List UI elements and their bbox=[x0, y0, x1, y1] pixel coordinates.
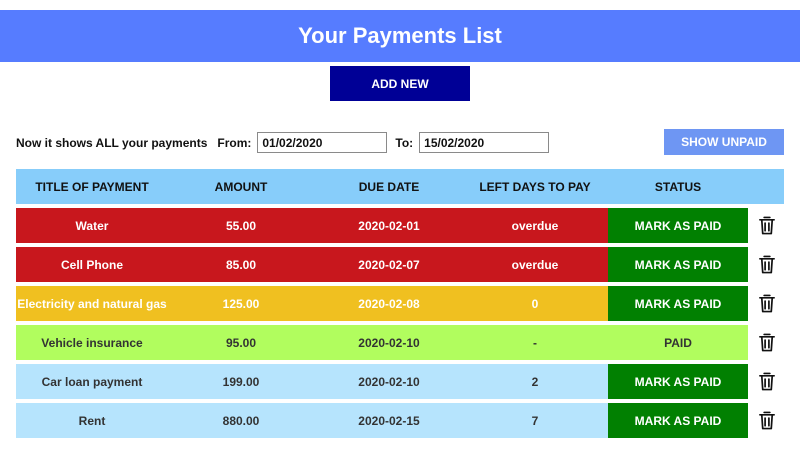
table-row: Electricity and natural gas 125.00 2020-… bbox=[16, 286, 784, 321]
payment-amount: 55.00 bbox=[225, 218, 257, 233]
trash-icon[interactable] bbox=[758, 294, 776, 313]
trash-icon[interactable] bbox=[758, 216, 776, 235]
payment-left-days: overdue bbox=[511, 218, 559, 233]
paid-status: PAID bbox=[664, 335, 692, 350]
trash-icon[interactable] bbox=[758, 255, 776, 274]
add-new-button[interactable]: ADD NEW bbox=[330, 66, 470, 101]
payment-left-days: 2 bbox=[531, 374, 539, 389]
payment-left-days: overdue bbox=[511, 257, 559, 272]
trash-icon[interactable] bbox=[758, 411, 776, 430]
mark-as-paid-button[interactable]: MARK AS PAID bbox=[608, 403, 748, 438]
table-row: Vehicle insurance 95.00 2020-02-10 - PAI… bbox=[16, 325, 784, 360]
page-title: Your Payments List bbox=[298, 23, 502, 48]
payment-left-days: - bbox=[533, 335, 537, 350]
table-row: Car loan payment 199.00 2020-02-10 2 MAR… bbox=[16, 364, 784, 399]
payment-due-date: 2020-02-07 bbox=[358, 257, 420, 272]
column-header-due-date: DUE DATE bbox=[358, 179, 420, 194]
payment-amount: 199.00 bbox=[222, 374, 260, 389]
table-row: Cell Phone 85.00 2020-02-07 overdue MARK… bbox=[16, 247, 784, 282]
show-unpaid-button[interactable]: SHOW UNPAID bbox=[664, 129, 784, 155]
payment-title: Vehicle insurance bbox=[41, 335, 143, 350]
payment-title: Cell Phone bbox=[60, 257, 123, 272]
payment-left-days: 0 bbox=[531, 296, 539, 311]
date-filter: Now it shows ALL your payments From: To: bbox=[16, 132, 550, 153]
mark-as-paid-button[interactable]: MARK AS PAID bbox=[608, 208, 748, 243]
to-label: To: bbox=[395, 135, 414, 150]
payment-amount: 880.00 bbox=[222, 413, 260, 428]
payment-amount: 85.00 bbox=[225, 257, 257, 272]
payment-due-date: 2020-02-10 bbox=[358, 335, 420, 350]
mark-as-paid-button[interactable]: MARK AS PAID bbox=[608, 364, 748, 399]
payment-title: Electricity and natural gas bbox=[17, 296, 167, 311]
trash-icon[interactable] bbox=[758, 333, 776, 352]
payment-due-date: 2020-02-08 bbox=[358, 296, 420, 311]
payment-amount: 95.00 bbox=[225, 335, 257, 350]
page-header: Your Payments List bbox=[0, 10, 800, 62]
payment-due-date: 2020-02-10 bbox=[358, 374, 420, 389]
from-label: From: bbox=[217, 135, 252, 150]
table-header: TITLE OF PAYMENT AMOUNT DUE DATE LEFT DA… bbox=[16, 169, 784, 204]
payment-due-date: 2020-02-15 bbox=[358, 413, 420, 428]
to-date-input[interactable] bbox=[419, 132, 550, 153]
payment-due-date: 2020-02-01 bbox=[358, 218, 420, 233]
column-header-status: STATUS bbox=[654, 179, 702, 194]
from-date-input[interactable] bbox=[257, 132, 388, 153]
trash-icon[interactable] bbox=[758, 372, 776, 391]
column-header-left-days: LEFT DAYS TO PAY bbox=[479, 179, 591, 194]
payment-left-days: 7 bbox=[531, 413, 539, 428]
column-header-amount: AMOUNT bbox=[214, 179, 268, 194]
payments-page: Your Payments List ADD NEW Now it shows … bbox=[0, 0, 800, 450]
column-header-title: TITLE OF PAYMENT bbox=[35, 179, 149, 194]
payment-title: Rent bbox=[78, 413, 106, 428]
table-row: Rent 880.00 2020-02-15 7 MARK AS PAID bbox=[16, 403, 784, 438]
table-row: Water 55.00 2020-02-01 overdue MARK AS P… bbox=[16, 208, 784, 243]
mark-as-paid-button[interactable]: MARK AS PAID bbox=[608, 247, 748, 282]
payment-amount: 125.00 bbox=[222, 296, 260, 311]
payment-title: Car loan payment bbox=[41, 374, 143, 389]
filter-description: Now it shows ALL your payments bbox=[16, 135, 208, 150]
payment-title: Water bbox=[75, 218, 109, 233]
mark-as-paid-button[interactable]: MARK AS PAID bbox=[608, 286, 748, 321]
